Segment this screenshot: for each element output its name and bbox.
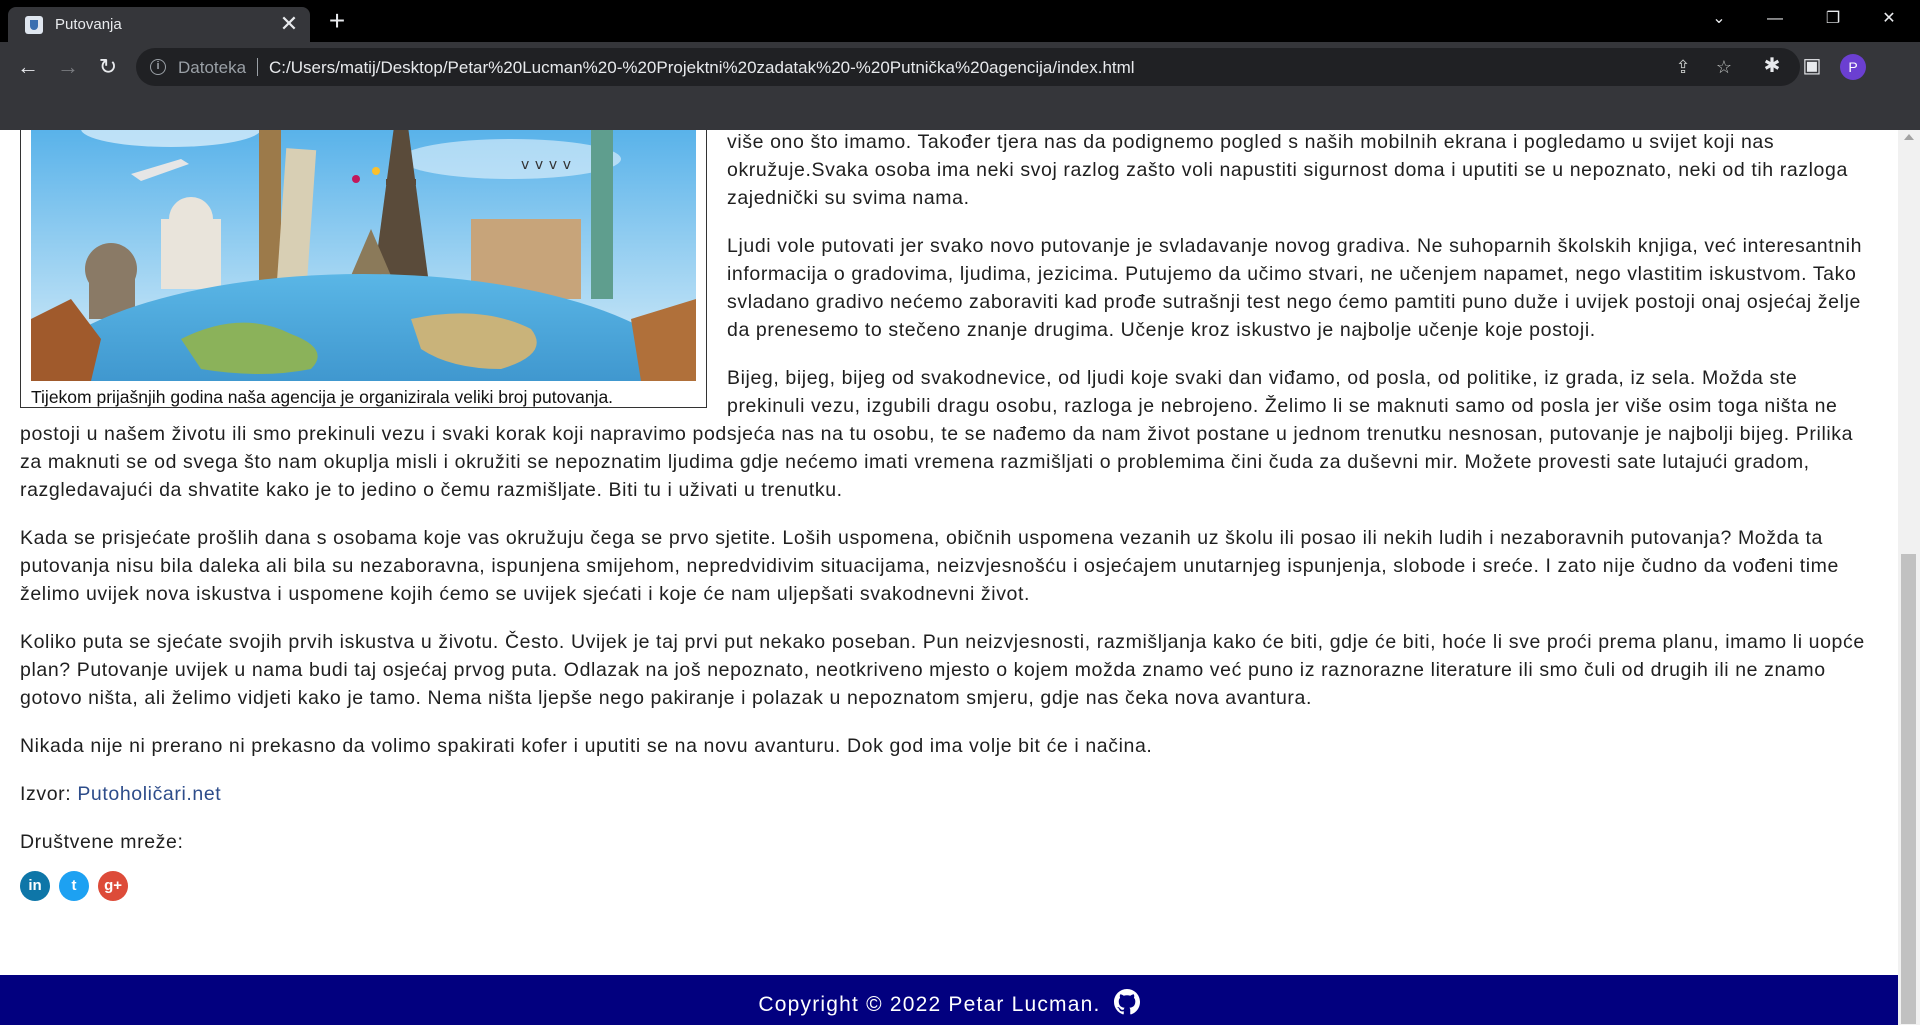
tab-close-icon[interactable]: ✕ — [278, 13, 300, 35]
vertical-scrollbar[interactable] — [1898, 130, 1920, 1025]
tab-search-chevron-icon[interactable]: ⌄ — [1696, 4, 1742, 34]
travel-figure: v v v v Tijekom prijašnjih godina naša a… — [20, 130, 707, 408]
address-separator — [257, 58, 258, 76]
reload-icon[interactable]: ↻ — [91, 50, 125, 84]
address-bar[interactable]: i Datoteka C:/Users/matij/Desktop/Petar%… — [136, 48, 1800, 86]
site-favicon-icon — [25, 16, 43, 34]
tab-title: Putovanja — [55, 16, 122, 33]
twitter-icon[interactable]: t — [59, 871, 90, 901]
figure-caption: Tijekom prijašnjih godina naša agencija … — [31, 387, 614, 407]
linkedin-icon[interactable]: in — [20, 871, 50, 901]
side-panel-icon[interactable]: ▣ — [1798, 52, 1826, 80]
page-viewport: v v v v Tijekom prijašnjih godina naša a… — [0, 130, 1898, 1025]
article-paragraph-6: Nikada nije ni prerano ni prekasno da vo… — [20, 735, 1153, 757]
github-icon[interactable] — [1113, 989, 1140, 1015]
extensions-puzzle-icon[interactable]: ✱ — [1758, 52, 1786, 80]
browser-toolbar: ← → ↻ i Datoteka C:/Users/matij/Desktop/… — [0, 42, 1920, 130]
article-paragraph-4: Kada se prisjećate prošlih dana s osobam… — [20, 527, 1839, 605]
source-link[interactable]: Putoholičari.net — [77, 783, 221, 805]
address-url[interactable]: C:/Users/matij/Desktop/Petar%20Lucman%20… — [269, 58, 1135, 78]
article-content: v v v v Tijekom prijašnjih godina naša a… — [20, 130, 1878, 902]
svg-text:v v v v: v v v v — [521, 157, 572, 173]
source-line: Izvor: Putoholičari.net — [20, 780, 1878, 808]
forward-arrow-icon[interactable]: → — [51, 50, 85, 84]
article-paragraph-5: Koliko puta se sjećate svojih prvih isku… — [20, 631, 1865, 709]
scrollbar-thumb[interactable] — [1901, 554, 1916, 1024]
source-label: Izvor: — [20, 783, 72, 805]
world-landmarks-image: v v v v — [31, 130, 696, 381]
address-scheme: Datoteka — [178, 58, 247, 77]
profile-avatar[interactable]: P — [1840, 54, 1866, 80]
copyright-text: Copyright © 2022 Petar Lucman. — [758, 993, 1101, 1016]
social-label: Društvene mreže: — [20, 831, 184, 853]
restore-button[interactable]: ❐ — [1810, 4, 1856, 34]
share-icon[interactable]: ⇪ — [1672, 56, 1694, 78]
social-icons: in t g+ — [20, 870, 1878, 902]
bookmark-star-icon[interactable]: ☆ — [1713, 56, 1735, 78]
google-plus-icon[interactable]: g+ — [98, 871, 129, 901]
page-footer: Copyright © 2022 Petar Lucman. — [0, 975, 1898, 1025]
close-window-button[interactable]: ✕ — [1866, 4, 1912, 34]
browser-tab[interactable]: Putovanja ✕ — [8, 7, 310, 42]
info-icon[interactable]: i — [150, 59, 166, 75]
scroll-up-arrow-icon[interactable] — [1904, 134, 1914, 140]
back-arrow-icon[interactable]: ← — [11, 50, 45, 84]
browser-tab-strip: Putovanja ✕ + ⌄ — ❐ ✕ — [0, 0, 1920, 42]
new-tab-button[interactable]: + — [322, 7, 352, 37]
minimize-button[interactable]: — — [1752, 4, 1798, 34]
